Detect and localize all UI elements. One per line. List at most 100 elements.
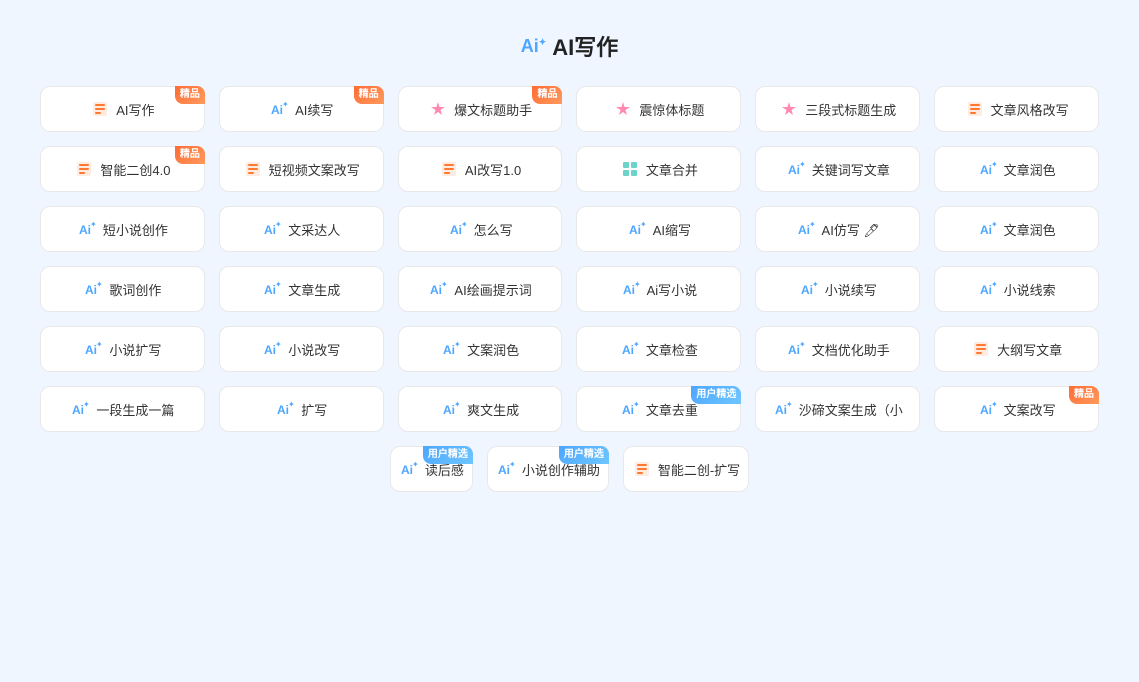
tool-btn-ai-compress[interactable]: Ai✦AI缩写: [576, 206, 741, 252]
svg-text:✦: ✦: [786, 400, 792, 409]
tool-btn-ai-write[interactable]: 精品AI写作: [40, 86, 205, 132]
tool-row-3: Ai✦短小说创作Ai✦文采达人Ai✦怎么写Ai✦AI缩写Ai✦AI仿写 🖊Ai✦…: [40, 206, 1099, 252]
tool-label-ai-rewrite: AI改写1.0: [465, 160, 521, 179]
tool-label-article-check: 文章检查: [646, 340, 698, 359]
tool-icon-smart-recreate2: [632, 459, 652, 479]
tool-btn-article-check[interactable]: Ai✦ 文章检查: [576, 326, 741, 372]
tool-icon-keyword-article: Ai✦: [786, 159, 806, 179]
tool-label-article-generate: 文章生成: [288, 280, 340, 299]
tool-btn-novel-expand[interactable]: Ai✦小说扩写: [40, 326, 205, 372]
tool-icon-article-check: Ai✦: [620, 339, 640, 359]
tool-btn-article-dedup[interactable]: 用户精选 Ai✦ 文章去重: [576, 386, 741, 432]
tool-icon-ai-draw-prompt: Ai✦: [428, 279, 448, 299]
tool-label-smart-recreate2: 智能二创-扩写: [658, 460, 740, 479]
tool-btn-sha-di-copy[interactable]: Ai✦沙碲文案生成（小: [755, 386, 920, 432]
tool-label-expand: 扩写: [301, 400, 327, 419]
tool-btn-headline-helper[interactable]: 精品爆文标题助手: [398, 86, 563, 132]
tool-label-headline-helper: 爆文标题助手: [454, 100, 532, 119]
tool-btn-ai-draw-prompt[interactable]: Ai✦AI绘画提示词: [398, 266, 563, 312]
tool-btn-article-generate[interactable]: Ai✦ 文章生成: [219, 266, 384, 312]
tool-label-keyword-article: 关键词写文章: [812, 160, 890, 179]
tool-label-article-dedup: 文章去重: [646, 400, 698, 419]
tool-btn-ai-imitate[interactable]: Ai✦AI仿写 🖊: [755, 206, 920, 252]
svg-text:✦: ✦: [799, 160, 805, 169]
badge-smart-recreate: 精品: [175, 146, 205, 164]
tool-btn-lyrics[interactable]: Ai✦歌词创作: [40, 266, 205, 312]
tool-label-outline-article: 大纲写文章: [997, 340, 1062, 359]
page-title: Ai✦ AI写作: [521, 30, 619, 62]
tool-btn-article-polish1[interactable]: Ai✦ 文章润色: [934, 146, 1099, 192]
tool-btn-novel-rewrite[interactable]: Ai✦小说改写: [219, 326, 384, 372]
svg-text:✦: ✦: [454, 400, 460, 409]
tool-btn-ai-write-novel[interactable]: Ai✦Ai写小说: [576, 266, 741, 312]
tool-label-article-polish1: 文章润色: [1004, 160, 1056, 179]
tool-icon-article-polish1: Ai✦: [978, 159, 998, 179]
tool-btn-one-para[interactable]: Ai✦ 一段生成一篇: [40, 386, 205, 432]
tool-btn-copy-rewrite[interactable]: 精品Ai✦文案改写: [934, 386, 1099, 432]
tool-btn-how-to-write[interactable]: Ai✦怎么写: [398, 206, 563, 252]
tool-icon-novel-expand: Ai✦: [83, 339, 103, 359]
tool-btn-writing-talent[interactable]: Ai✦文采达人: [219, 206, 384, 252]
tool-label-how-to-write: 怎么写: [474, 220, 513, 239]
tool-btn-novel-continue[interactable]: Ai✦小说续写: [755, 266, 920, 312]
tool-btn-article-merge[interactable]: 文章合并: [576, 146, 741, 192]
badge-ai-continue: 精品: [354, 86, 384, 104]
tool-icon-article-dedup: Ai✦: [620, 399, 640, 419]
svg-text:✦: ✦: [288, 400, 294, 409]
tool-btn-novel-assist[interactable]: 用户精选Ai✦小说创作辅助: [487, 446, 609, 492]
tool-icon-ai-write-novel: Ai✦: [621, 279, 641, 299]
tool-label-three-para-title: 三段式标题生成: [805, 100, 896, 119]
tool-icon-ai-imitate: Ai✦: [796, 219, 816, 239]
tool-label-ai-compress: AI缩写: [653, 220, 691, 239]
tool-btn-three-para-title[interactable]: 三段式标题生成: [755, 86, 920, 132]
svg-text:✦: ✦: [991, 160, 997, 169]
badge-reading-notes: 用户精选: [423, 446, 473, 464]
tool-btn-article-style[interactable]: 文章风格改写: [934, 86, 1099, 132]
tool-label-shocking-title: 震惊体标题: [639, 100, 704, 119]
tool-btn-expand[interactable]: Ai✦ 扩写: [219, 386, 384, 432]
tool-label-one-para: 一段生成一篇: [96, 400, 174, 419]
tool-icon-article-generate: Ai✦: [262, 279, 282, 299]
tool-btn-short-novel[interactable]: Ai✦短小说创作: [40, 206, 205, 252]
tool-icon-fun-generate: Ai✦: [441, 399, 461, 419]
tool-icon-novel-continue: Ai✦: [799, 279, 819, 299]
tool-icon-writing-talent: Ai✦: [262, 219, 282, 239]
tool-icon-ai-continue: Ai✦: [269, 99, 289, 119]
tool-label-copy-rewrite: 文案改写: [1004, 400, 1056, 419]
tool-icon-smart-recreate: [74, 159, 94, 179]
tool-btn-reading-notes[interactable]: 用户精选Ai✦读后感: [390, 446, 473, 492]
svg-text:✦: ✦: [96, 340, 102, 349]
tool-icon-ai-write: [90, 99, 110, 119]
tool-btn-short-video-copy[interactable]: 短视频文案改写: [219, 146, 384, 192]
tool-btn-outline-article[interactable]: 大纲写文章: [934, 326, 1099, 372]
tool-icon-one-para: Ai✦: [70, 399, 90, 419]
tool-icon-sha-di-copy: Ai✦: [773, 399, 793, 419]
svg-text:✦: ✦: [461, 220, 467, 229]
svg-text:✦: ✦: [509, 460, 515, 469]
tool-btn-article-polish2[interactable]: Ai✦文章润色: [934, 206, 1099, 252]
tool-icon-expand: Ai✦: [275, 399, 295, 419]
tool-btn-copy-polish[interactable]: Ai✦文案润色: [398, 326, 563, 372]
svg-text:✦: ✦: [633, 400, 639, 409]
tool-btn-doc-optimize[interactable]: Ai✦文档优化助手: [755, 326, 920, 372]
tool-btn-smart-recreate[interactable]: 精品智能二创4.0: [40, 146, 205, 192]
tool-btn-fun-generate[interactable]: Ai✦爽文生成: [398, 386, 563, 432]
tool-label-novel-clue: 小说线索: [1004, 280, 1056, 299]
tool-label-novel-rewrite: 小说改写: [288, 340, 340, 359]
tool-label-ai-continue: AI续写: [295, 100, 333, 119]
tool-icon-doc-optimize: Ai✦: [786, 339, 806, 359]
tool-btn-keyword-article[interactable]: Ai✦ 关键词写文章: [755, 146, 920, 192]
ai-star-icon: Ai✦: [521, 36, 547, 57]
tool-btn-ai-rewrite[interactable]: AI改写1.0: [398, 146, 563, 192]
tool-icon-ai-rewrite: [439, 159, 459, 179]
tool-row-4: Ai✦歌词创作Ai✦文章生成Ai✦AI绘画提示词Ai✦Ai写小说Ai✦小说续写A…: [40, 266, 1099, 312]
tool-btn-smart-recreate2[interactable]: 智能二创-扩写: [623, 446, 749, 492]
tool-icon-copy-polish: Ai✦: [441, 339, 461, 359]
badge-article-dedup: 用户精选: [691, 386, 741, 404]
tool-icon-article-style: [965, 99, 985, 119]
tool-btn-shocking-title[interactable]: 震惊体标题: [576, 86, 741, 132]
tool-btn-novel-clue[interactable]: Ai✦小说线索: [934, 266, 1099, 312]
tool-icon-short-video-copy: [243, 159, 263, 179]
tool-btn-ai-continue[interactable]: 精品 Ai✦ AI续写: [219, 86, 384, 132]
tool-icon-article-merge: [620, 159, 640, 179]
